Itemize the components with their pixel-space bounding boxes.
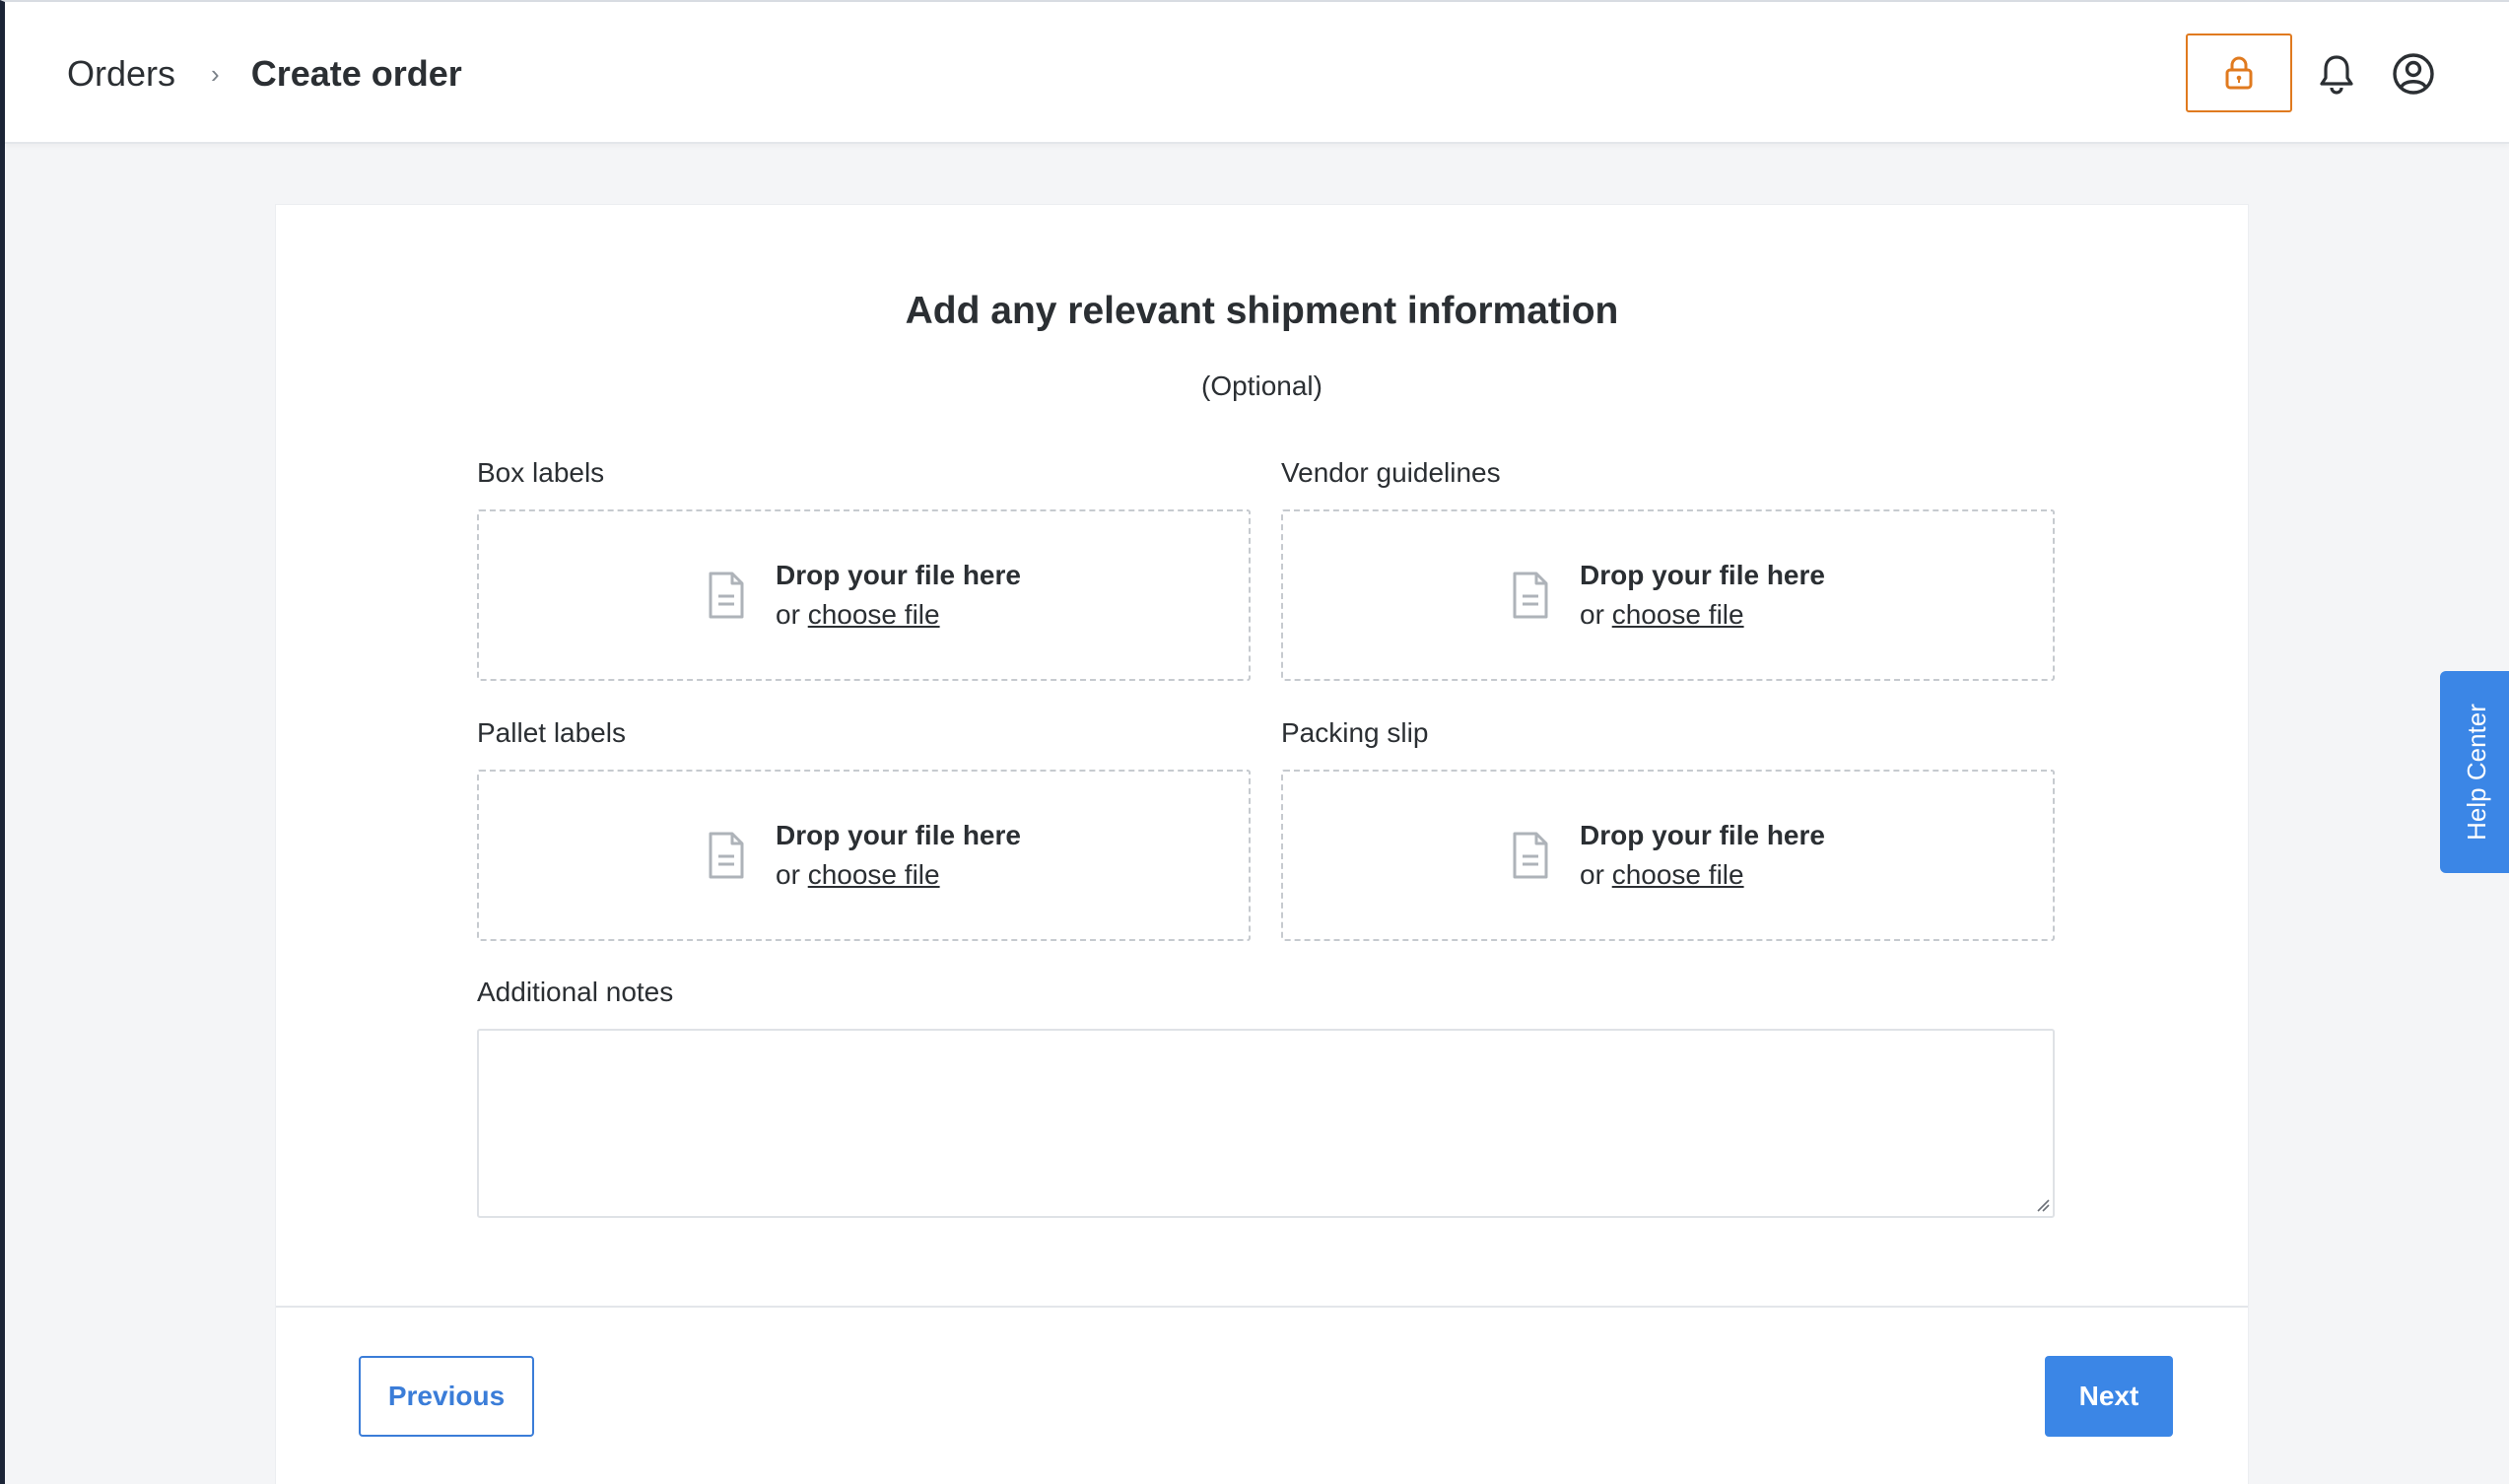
- dropzone-title: Drop your file here: [1580, 560, 1825, 590]
- vendor-guidelines-dropzone[interactable]: Drop your file here or choose file: [1281, 509, 2055, 681]
- dropzone-subtext: or choose file: [1580, 855, 1825, 895]
- lock-button[interactable]: [2186, 34, 2292, 112]
- choose-file-link[interactable]: choose file: [1612, 599, 1744, 630]
- or-text: or: [776, 859, 800, 890]
- packing-slip-dropzone[interactable]: Drop your file here or choose file: [1281, 770, 2055, 941]
- or-text: or: [776, 599, 800, 630]
- lock-icon: [2225, 56, 2253, 90]
- packing-slip-label: Packing slip: [1281, 717, 1429, 748]
- app-root: Orders › Create order Add any relevant s…: [0, 0, 2509, 1484]
- page-title: Create order: [250, 53, 462, 94]
- dropzone-title: Drop your file here: [776, 820, 1021, 850]
- dropzone-title: Drop your file here: [1580, 820, 1825, 850]
- card-title: Add any relevant shipment information: [905, 290, 1619, 332]
- or-text: or: [1580, 599, 1604, 630]
- breadcrumb-separator: ›: [211, 58, 220, 89]
- additional-notes-label: Additional notes: [477, 977, 674, 1007]
- user-menu-button[interactable]: [2389, 49, 2438, 99]
- breadcrumb: Orders › Create order: [67, 49, 462, 99]
- or-text: or: [1580, 859, 1604, 890]
- file-icon: [707, 570, 746, 621]
- dropzone-title: Drop your file here: [776, 560, 1021, 590]
- next-button[interactable]: Next: [2045, 1356, 2173, 1437]
- card-footer-divider: [276, 1306, 2248, 1308]
- choose-file-link[interactable]: choose file: [808, 599, 940, 630]
- bell-icon: [2320, 55, 2353, 95]
- resize-grip-icon[interactable]: [2034, 1196, 2050, 1212]
- notifications-button[interactable]: [2313, 48, 2360, 100]
- pallet-labels-label: Pallet labels: [477, 717, 626, 748]
- dropzone-subtext: or choose file: [776, 595, 1021, 635]
- choose-file-link[interactable]: choose file: [808, 859, 940, 890]
- previous-button[interactable]: Previous: [359, 1356, 534, 1437]
- dropzone-subtext: or choose file: [776, 855, 1021, 895]
- user-circle-icon: [2393, 53, 2434, 95]
- breadcrumb-orders-link[interactable]: Orders: [67, 53, 175, 95]
- vendor-guidelines-label: Vendor guidelines: [1281, 457, 1501, 488]
- file-icon: [707, 830, 746, 881]
- file-icon: [1511, 570, 1550, 621]
- pallet-labels-dropzone[interactable]: Drop your file here or choose file: [477, 770, 1251, 941]
- top-header: Orders › Create order: [5, 2, 2509, 144]
- file-icon: [1511, 830, 1550, 881]
- shipment-info-card: Add any relevant shipment information (O…: [275, 204, 2249, 1484]
- box-labels-label: Box labels: [477, 457, 605, 488]
- box-labels-dropzone[interactable]: Drop your file here or choose file: [477, 509, 1251, 681]
- choose-file-link[interactable]: choose file: [1612, 859, 1744, 890]
- help-center-tab[interactable]: Help Center: [2440, 671, 2509, 873]
- dropzone-subtext: or choose file: [1580, 595, 1825, 635]
- card-subtitle: (Optional): [1201, 371, 1322, 401]
- help-center-label: Help Center: [2462, 704, 2492, 841]
- additional-notes-textarea[interactable]: [477, 1029, 2055, 1218]
